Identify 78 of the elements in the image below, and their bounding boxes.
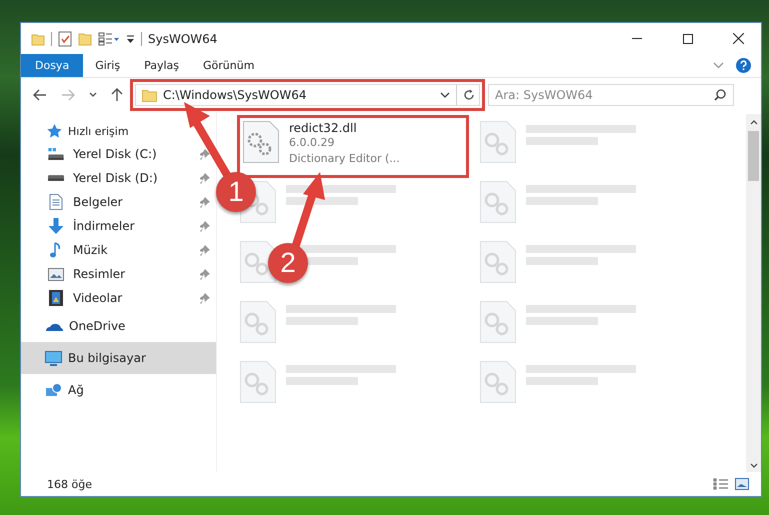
sidebar-item[interactable]: Resimler	[21, 262, 216, 286]
sidebar-item[interactable]: Yerel Disk (C:)	[21, 142, 216, 166]
details-view-icon[interactable]	[713, 478, 729, 490]
text-placeholder-bar	[286, 317, 358, 325]
text-placeholder-bar	[526, 197, 598, 205]
sidebar-label: Müzik	[73, 243, 108, 257]
customize-caret-icon[interactable]	[126, 34, 135, 44]
pin-icon[interactable]	[200, 268, 210, 280]
sidebar-heading[interactable]: Hızlı erişim	[68, 124, 129, 138]
text-placeholder-bar	[526, 377, 598, 385]
text-placeholder-bar	[526, 137, 598, 145]
dropdown-caret-icon[interactable]	[440, 92, 450, 98]
pin-icon[interactable]	[200, 172, 210, 184]
sidebar-item[interactable]: Müzik	[21, 238, 216, 262]
back-arrow-icon[interactable]	[33, 89, 47, 101]
drive-icon	[48, 175, 64, 181]
ribbon-tab[interactable]: Paylaş	[132, 54, 191, 77]
scrollbar[interactable]	[746, 114, 761, 472]
network-globe-icon	[45, 382, 62, 398]
minimize-icon	[632, 38, 642, 39]
view-icon[interactable]	[98, 32, 120, 46]
folder-icon	[142, 88, 157, 102]
expand-ribbon-icon[interactable]	[713, 62, 724, 69]
document-icon	[48, 194, 64, 210]
sidebar-item[interactable]: Ağ	[21, 374, 216, 406]
recent-caret-icon[interactable]	[89, 92, 97, 98]
search-icon[interactable]	[714, 89, 726, 101]
item-count: 168 öğe	[47, 478, 92, 490]
refresh-icon[interactable]	[463, 89, 475, 101]
sidebar-item[interactable]: Videolar	[21, 286, 216, 310]
file-name: redict32.dll	[289, 121, 358, 135]
text-placeholder-bar	[286, 377, 358, 385]
scroll-thumb[interactable]	[748, 131, 759, 181]
search-field[interactable]: Ara: SysWOW64	[488, 84, 734, 106]
monitor-icon	[45, 350, 62, 366]
sidebar-label: Resimler	[73, 267, 126, 281]
pin-icon[interactable]	[200, 244, 210, 256]
pin-icon[interactable]	[200, 292, 210, 304]
sidebar-item[interactable]: OneDrive	[21, 310, 216, 342]
scroll-down-icon[interactable]	[750, 463, 758, 468]
sidebar-label: İndirmeler	[73, 219, 135, 233]
file-detail: 6.0.0.29	[289, 135, 336, 151]
address-path: C:\Windows\SysWOW64	[163, 88, 308, 102]
pin-icon[interactable]	[200, 196, 210, 208]
up-arrow-icon[interactable]	[111, 88, 123, 102]
sidebar-label: OneDrive	[69, 319, 126, 333]
pin-icon[interactable]	[200, 148, 210, 160]
sidebar-label: Yerel Disk (C:)	[73, 147, 157, 161]
pin-icon[interactable]	[200, 220, 210, 232]
scroll-up-icon[interactable]	[750, 120, 758, 125]
ribbon-tab[interactable]: Görünüm	[191, 54, 266, 77]
cloud-icon	[45, 321, 63, 331]
thumbnail-view-icon[interactable]	[735, 478, 749, 490]
window-title: SysWOW64	[148, 32, 218, 46]
picture-icon	[48, 268, 64, 280]
file-item[interactable]: redict32.dll 6.0.0.29 Dictionary Editor (...	[237, 115, 469, 178]
sidebar-item[interactable]: Belgeler	[21, 190, 216, 214]
sidebar-label: Ağ	[68, 383, 84, 397]
drive-icon	[48, 148, 64, 160]
ribbon-tab[interactable]: Dosya	[21, 54, 84, 77]
properties-icon[interactable]	[58, 30, 72, 46]
sidebar-item[interactable]: Bu bilgisayar	[21, 342, 216, 374]
file-detail: Dictionary Editor (...	[289, 151, 400, 167]
sidebar-label: Belgeler	[73, 195, 123, 209]
ribbon-tab[interactable]: Giriş	[83, 54, 132, 77]
close-icon	[733, 33, 744, 44]
help-icon[interactable]	[736, 58, 751, 73]
star-icon	[47, 124, 62, 138]
film-icon	[48, 290, 64, 306]
sidebar-label: Yerel Disk (D:)	[73, 171, 158, 185]
text-placeholder-bar	[526, 257, 598, 265]
sidebar-item[interactable]: İndirmeler	[21, 214, 216, 238]
text-placeholder-bar	[526, 317, 598, 325]
sidebar-item[interactable]: Yerel Disk (D:)	[21, 166, 216, 190]
sidebar-label: Bu bilgisayar	[68, 351, 146, 365]
maximize-icon	[682, 34, 692, 44]
sidebar-label: Videolar	[73, 291, 122, 305]
download-arrow-icon	[48, 218, 64, 234]
